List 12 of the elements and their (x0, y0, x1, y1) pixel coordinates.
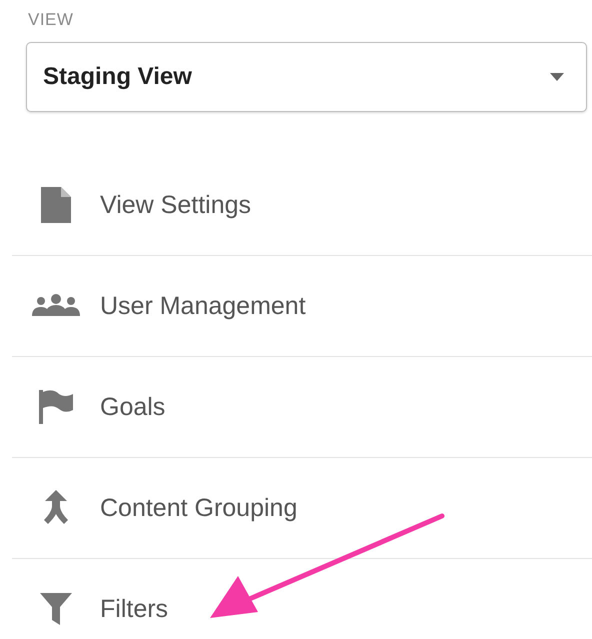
document-icon (41, 187, 71, 223)
menu-item[interactable]: User Management (12, 255, 592, 356)
flag-icon (39, 390, 73, 424)
menu-item[interactable]: View Settings (12, 154, 592, 255)
people-icon (32, 294, 80, 318)
view-dropdown[interactable]: Staging View (26, 42, 587, 112)
caret-icon (550, 73, 564, 81)
filter-icon (40, 593, 72, 625)
menu-item[interactable]: Content Grouping (12, 457, 592, 558)
menu-item[interactable]: Goals (12, 356, 592, 457)
merge-arrow-icon (41, 490, 71, 526)
section-label: VIEW (28, 10, 74, 30)
